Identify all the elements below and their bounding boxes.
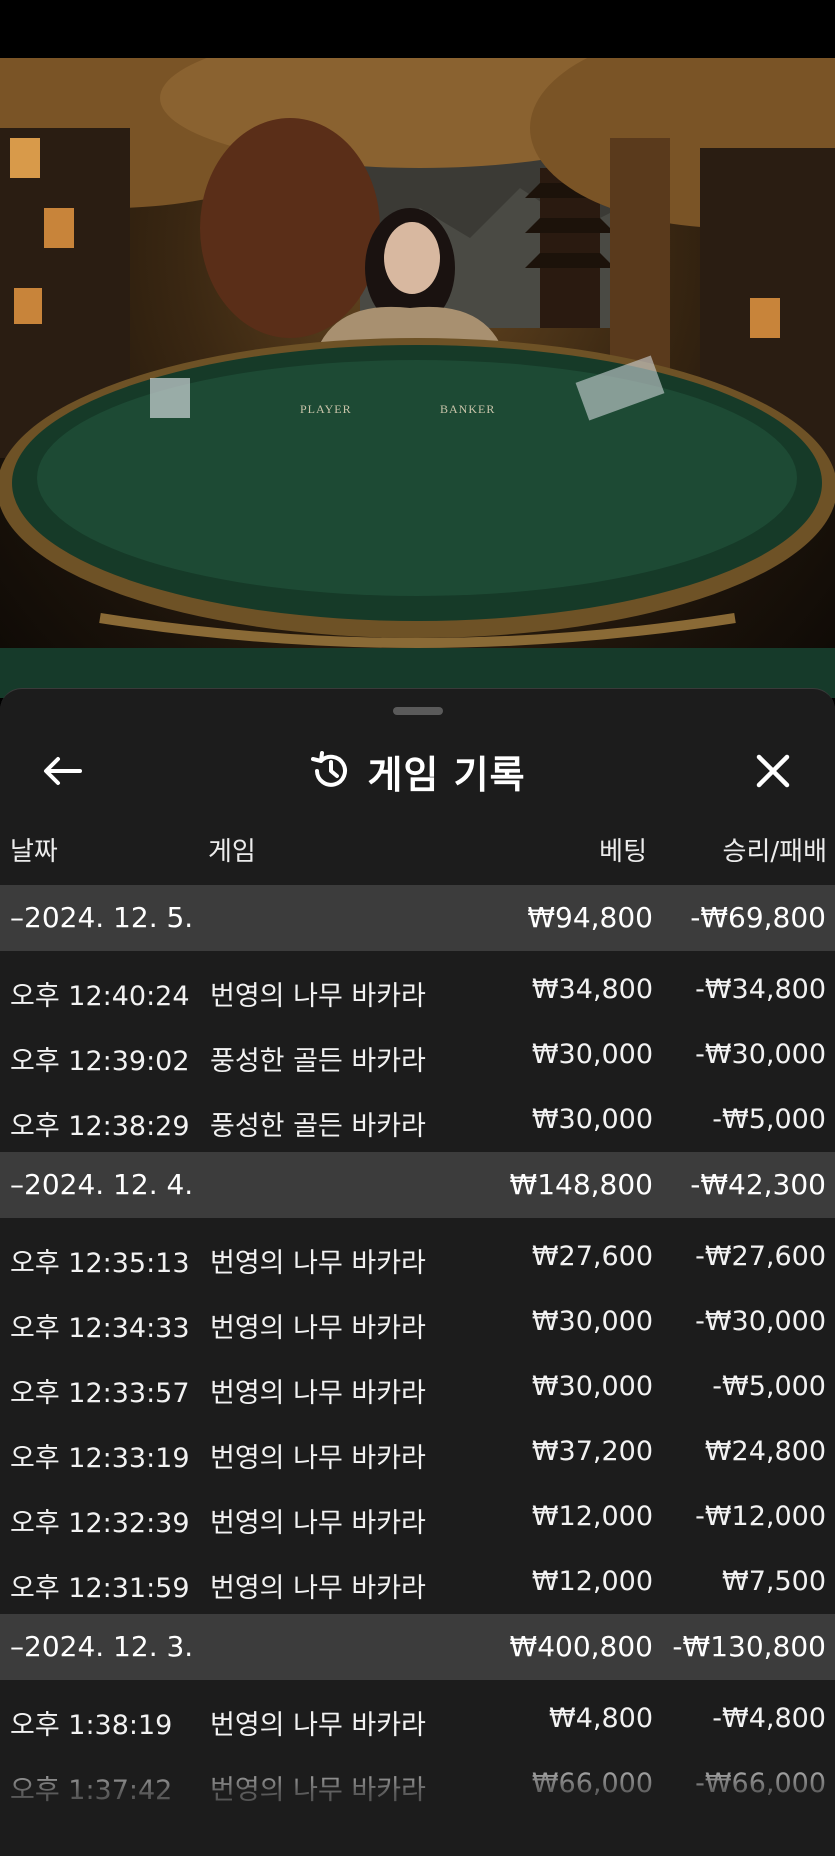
baccarat-table-scene: PLAYER BANKER: [0, 58, 835, 698]
row-result: ₩7,500: [722, 1566, 826, 1597]
row-bet: ₩30,000: [531, 1039, 653, 1070]
row-game: 번영의 나무 바카라: [210, 981, 426, 1012]
row-game: 번영의 나무 바카라: [210, 1573, 426, 1604]
table-row[interactable]: 오후 1:37:42 번영의 나무 바카라 ₩66,000 -₩66,000: [0, 1751, 835, 1816]
table-row[interactable]: 오후 12:33:57 번영의 나무 바카라 ₩30,000 -₩5,000: [0, 1354, 835, 1419]
date-group-header[interactable]: –2024. 12. 3. ₩400,800 -₩130,800: [0, 1614, 835, 1680]
row-time: 오후 12:32:39: [10, 1508, 190, 1539]
history-clock-icon: [311, 751, 348, 787]
group-result-total: -₩69,800: [690, 901, 826, 934]
row-result: -₩5,000: [712, 1371, 826, 1402]
row-time: 오후 12:40:24: [10, 981, 190, 1012]
table-row[interactable]: 오후 12:34:33 번영의 나무 바카라 ₩30,000 -₩30,000: [0, 1289, 835, 1354]
sheet-header: 게임 기록: [0, 719, 835, 819]
table-row[interactable]: 오후 12:39:02 풍성한 골든 바카라 ₩30,000 -₩30,000: [0, 1022, 835, 1087]
row-game: 번영의 나무 바카라: [210, 1378, 426, 1409]
sheet-title-group: 게임 기록: [0, 741, 835, 801]
row-game: 번영의 나무 바카라: [210, 1508, 426, 1539]
game-history-sheet: 게임 기록 날짜 게임 베팅 승리/패배 –2024. 12. 5. ₩94,8…: [0, 688, 835, 1856]
group-bet-total: ₩148,800: [509, 1168, 653, 1201]
group-date: –2024. 12. 3.: [10, 1630, 194, 1663]
row-bet: ₩12,000: [531, 1501, 653, 1532]
row-time: 오후 12:38:29: [10, 1111, 190, 1142]
row-time: 오후 12:35:13: [10, 1248, 190, 1279]
row-bet: ₩4,800: [549, 1703, 653, 1734]
row-bet: ₩30,000: [531, 1104, 653, 1135]
row-time: 오후 12:33:19: [10, 1443, 190, 1474]
row-bet: ₩34,800: [531, 974, 653, 1005]
table-row[interactable]: 오후 12:38:29 풍성한 골든 바카라 ₩30,000 -₩5,000: [0, 1087, 835, 1152]
row-game: 풍성한 골든 바카라: [210, 1111, 426, 1142]
group-date: –2024. 12. 4.: [10, 1168, 194, 1201]
row-game: 번영의 나무 바카라: [210, 1248, 426, 1279]
sheet-title: 게임 기록: [367, 752, 526, 797]
table-column-headers: 날짜 게임 베팅 승리/패배: [0, 817, 835, 877]
row-time: 오후 1:38:19: [10, 1710, 173, 1741]
column-header-game[interactable]: 게임: [208, 831, 256, 868]
table-row[interactable]: 오후 12:35:13 번영의 나무 바카라 ₩27,600 -₩27,600: [0, 1224, 835, 1289]
row-time: 오후 1:37:42: [10, 1775, 173, 1806]
table-row[interactable]: 오후 1:38:19 번영의 나무 바카라 ₩4,800 -₩4,800: [0, 1686, 835, 1751]
group-result-total: -₩130,800: [672, 1630, 826, 1663]
table-label-banker: BANKER: [440, 402, 495, 416]
column-header-bet[interactable]: 베팅: [599, 831, 647, 868]
date-group-header[interactable]: –2024. 12. 4. ₩148,800 -₩42,300: [0, 1152, 835, 1218]
table-row[interactable]: 오후 12:33:19 번영의 나무 바카라 ₩37,200 ₩24,800: [0, 1419, 835, 1484]
top-status-strip: [0, 0, 835, 58]
row-bet: ₩30,000: [531, 1306, 653, 1337]
row-game: 번영의 나무 바카라: [210, 1775, 426, 1806]
table-row[interactable]: 오후 12:40:24 번영의 나무 바카라 ₩34,800 -₩34,800: [0, 957, 835, 1022]
row-result: -₩34,800: [695, 974, 826, 1005]
date-group-header[interactable]: –2024. 12. 5. ₩94,800 -₩69,800: [0, 885, 835, 951]
row-result: -₩4,800: [712, 1703, 826, 1734]
sheet-drag-handle[interactable]: [393, 707, 443, 715]
table-row[interactable]: 오후 12:31:59 번영의 나무 바카라 ₩12,000 ₩7,500: [0, 1549, 835, 1614]
history-table-body: –2024. 12. 5. ₩94,800 -₩69,800 오후 12:40:…: [0, 885, 835, 1816]
group-date: –2024. 12. 5.: [10, 901, 194, 934]
row-time: 오후 12:33:57: [10, 1378, 190, 1409]
group-result-total: -₩42,300: [690, 1168, 826, 1201]
row-result: -₩12,000: [695, 1501, 826, 1532]
row-bet: ₩27,600: [531, 1241, 653, 1272]
row-result: -₩30,000: [695, 1039, 826, 1070]
row-time: 오후 12:34:33: [10, 1313, 190, 1344]
row-result: -₩66,000: [695, 1768, 826, 1799]
group-bet-total: ₩94,800: [527, 901, 653, 934]
group-bet-total: ₩400,800: [509, 1630, 653, 1663]
row-bet: ₩30,000: [531, 1371, 653, 1402]
row-bet: ₩12,000: [531, 1566, 653, 1597]
column-header-date[interactable]: 날짜: [10, 831, 58, 868]
row-result: -₩5,000: [712, 1104, 826, 1135]
row-game: 번영의 나무 바카라: [210, 1710, 426, 1741]
live-video-feed[interactable]: PLAYER BANKER: [0, 58, 835, 698]
row-result: -₩30,000: [695, 1306, 826, 1337]
row-time: 오후 12:39:02: [10, 1046, 190, 1077]
close-button[interactable]: [741, 743, 805, 799]
row-game: 번영의 나무 바카라: [210, 1443, 426, 1474]
row-time: 오후 12:31:59: [10, 1573, 190, 1604]
row-game: 풍성한 골든 바카라: [210, 1046, 426, 1077]
row-bet: ₩66,000: [531, 1768, 653, 1799]
row-result: -₩27,600: [695, 1241, 826, 1272]
table-label-player: PLAYER: [300, 402, 352, 416]
column-header-result[interactable]: 승리/패배: [723, 831, 827, 868]
row-result: ₩24,800: [704, 1436, 826, 1467]
table-row[interactable]: 오후 12:32:39 번영의 나무 바카라 ₩12,000 -₩12,000: [0, 1484, 835, 1549]
row-bet: ₩37,200: [531, 1436, 653, 1467]
close-icon: [756, 754, 790, 788]
row-game: 번영의 나무 바카라: [210, 1313, 426, 1344]
